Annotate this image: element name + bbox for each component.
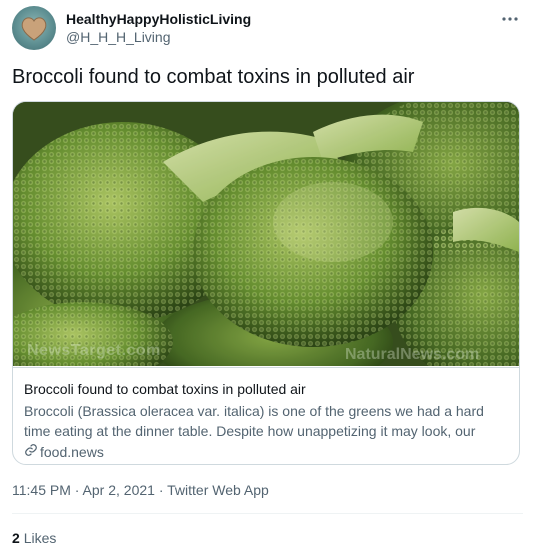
more-horizontal-icon[interactable] xyxy=(499,8,521,30)
card-description: Broccoli (Brassica oleracea var. italica… xyxy=(24,403,484,439)
card-image-broccoli[interactable]: NewsTarget.com NaturalNews.com xyxy=(13,102,519,366)
display-name[interactable]: HealthyHappyHolisticLiving xyxy=(66,10,251,28)
likes-count[interactable]: 2 Likes xyxy=(12,529,56,547)
card-title: Broccoli found to combat toxins in pollu… xyxy=(24,381,306,397)
watermark-newstarget: NewsTarget.com xyxy=(27,342,161,359)
user-handle[interactable]: @H_H_H_Living xyxy=(66,28,251,46)
tweet-header: HealthyHappyHolisticLiving @H_H_H_Living xyxy=(12,6,523,52)
heart-avatar-image xyxy=(21,17,47,41)
card-domain-text: food.news xyxy=(40,444,104,460)
card-domain[interactable]: food.news xyxy=(24,443,104,461)
link-icon xyxy=(24,443,38,461)
card-info[interactable]: Broccoli found to combat toxins in pollu… xyxy=(13,367,519,464)
likes-label: Likes xyxy=(23,530,57,546)
tweet-timestamp[interactable]: 11:45 PM · Apr 2, 2021 · Twitter Web App xyxy=(12,481,269,499)
avatar[interactable] xyxy=(12,6,56,50)
watermark-naturalnews: NaturalNews.com xyxy=(345,346,480,363)
divider xyxy=(12,513,523,514)
link-preview-card[interactable]: NewsTarget.com NaturalNews.com Broccoli … xyxy=(12,101,520,465)
likes-number: 2 xyxy=(12,530,20,546)
tweet-text: Broccoli found to combat toxins in pollu… xyxy=(12,66,415,88)
